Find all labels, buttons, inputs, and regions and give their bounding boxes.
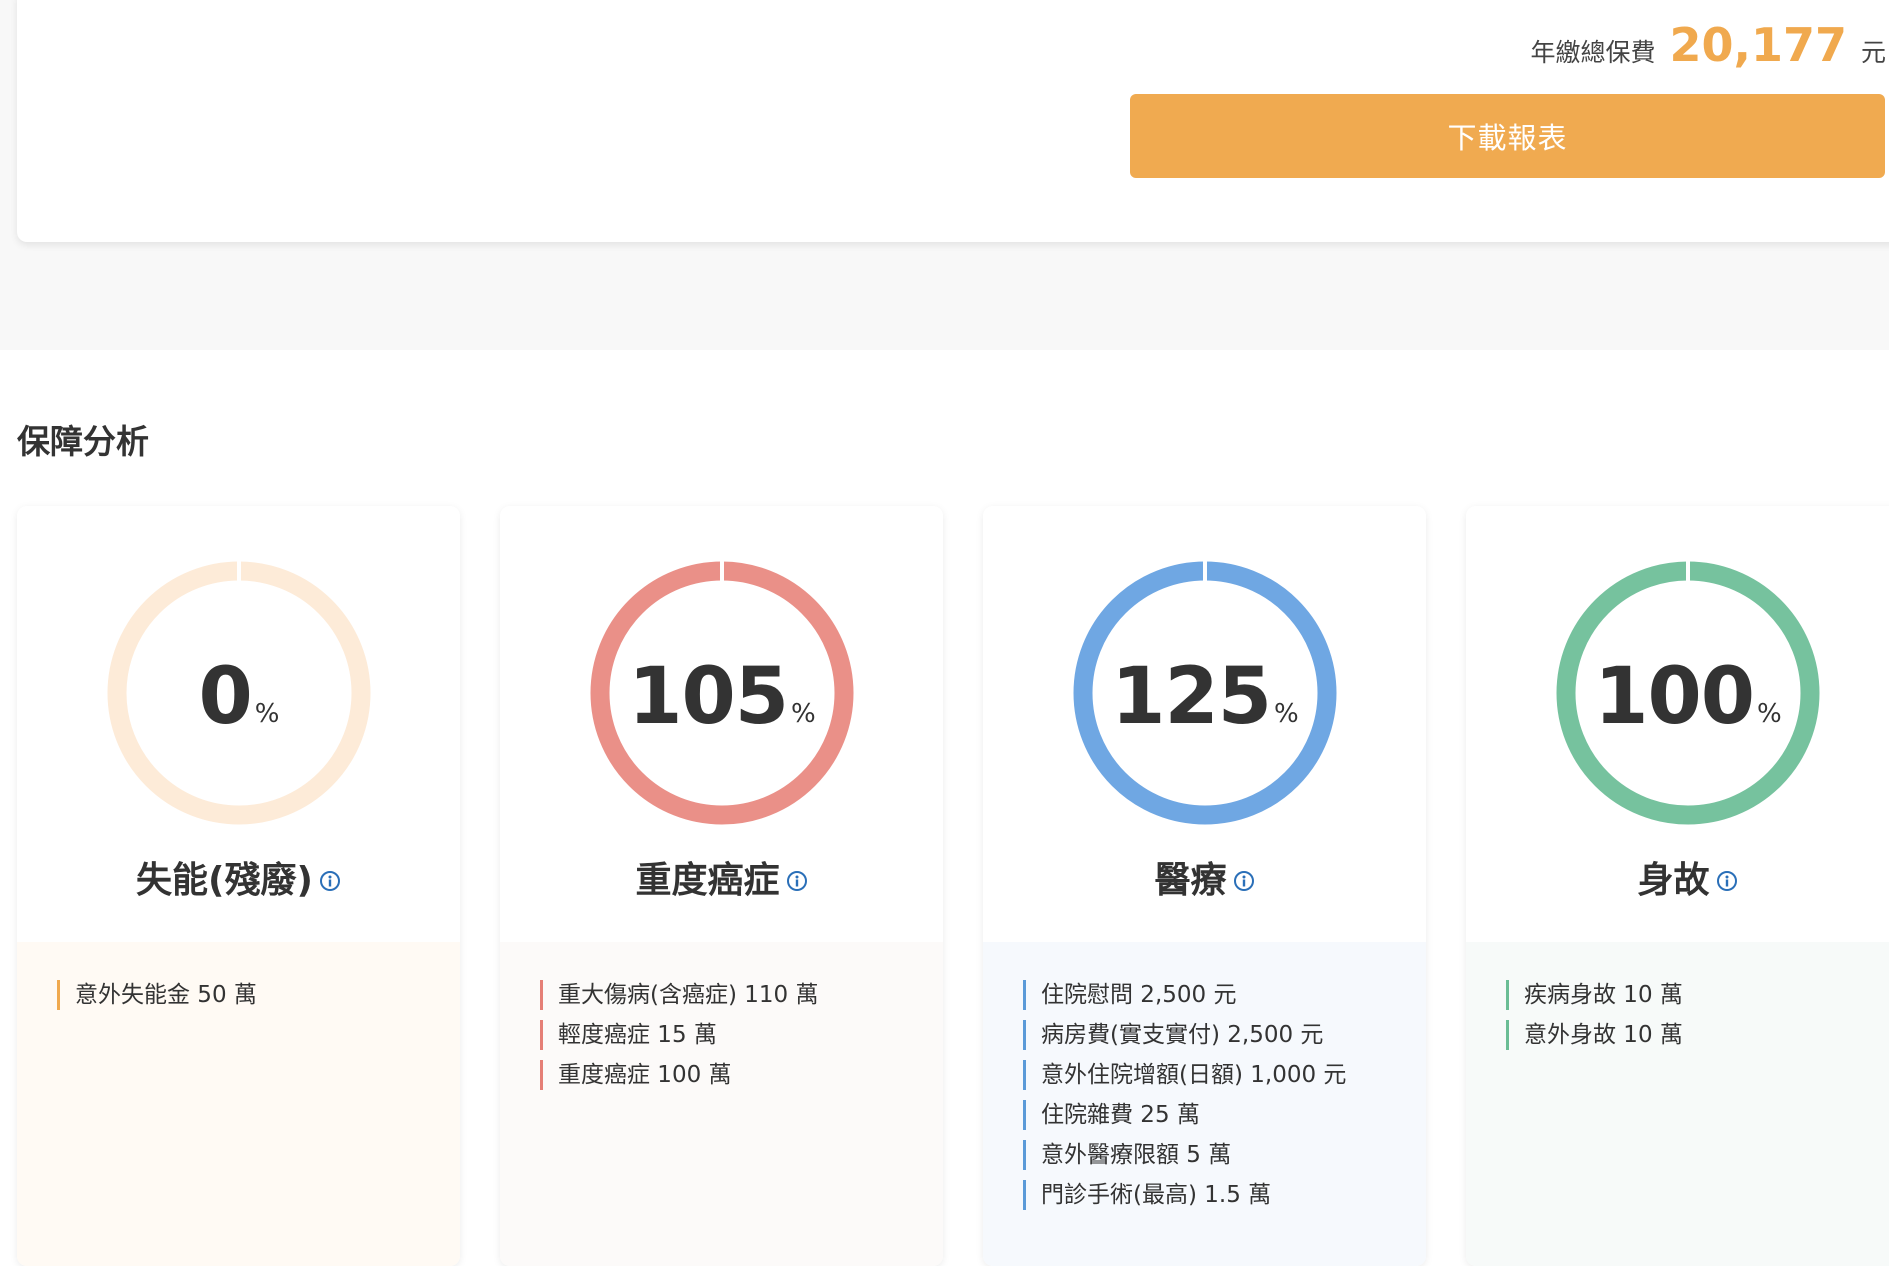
annual-premium-row: 年繳總保費 20,177 元 — [1530, 18, 1886, 72]
coverage-details: 疾病身故 10 萬意外身故 10 萬 — [1466, 942, 1889, 1266]
card-title-row: 失能(殘廢) — [17, 851, 460, 903]
coverage-details: 重大傷病(含癌症) 110 萬輕度癌症 15 萬重度癌症 100 萬 — [500, 942, 943, 1266]
coverage-percentage-number: 0 — [198, 652, 253, 742]
coverage-item-list: 住院慰問 2,500 元病房費(實支實付) 2,500 元意外住院增額(日額) … — [1023, 980, 1346, 1220]
coverage-cards: 0% 失能(殘廢) 意外失能金 50 萬 105% 重度癌症重大傷病(含癌症) 110… — [17, 506, 1889, 1266]
coverage-ring: 105% — [590, 560, 854, 825]
coverage-item: 意外身故 10 萬 — [1506, 1020, 1683, 1050]
coverage-item-list: 意外失能金 50 萬 — [57, 980, 257, 1020]
card-title: 醫療 — [1154, 860, 1227, 901]
percent-sign: % — [1274, 699, 1299, 729]
info-icon[interactable] — [319, 870, 341, 892]
coverage-percentage-number: 125 — [1111, 652, 1272, 742]
coverage-item: 意外住院增額(日額) 1,000 元 — [1023, 1060, 1346, 1090]
download-report-button[interactable]: 下載報表 — [1130, 94, 1885, 178]
coverage-percentage-number: 100 — [1594, 652, 1755, 742]
coverage-item: 門診手術(最高) 1.5 萬 — [1023, 1180, 1346, 1210]
coverage-item: 意外醫療限額 5 萬 — [1023, 1140, 1346, 1170]
coverage-item-list: 重大傷病(含癌症) 110 萬輕度癌症 15 萬重度癌症 100 萬 — [540, 980, 818, 1100]
coverage-item-list: 疾病身故 10 萬意外身故 10 萬 — [1506, 980, 1683, 1060]
card-title-row: 身故 — [1466, 851, 1889, 903]
coverage-item: 病房費(實支實付) 2,500 元 — [1023, 1020, 1346, 1050]
info-icon[interactable] — [1716, 870, 1738, 892]
card-title-row: 醫療 — [983, 851, 1426, 903]
coverage-ring: 0% — [107, 560, 371, 825]
card-top: 125% 醫療 — [983, 506, 1426, 942]
percent-sign: % — [1757, 699, 1782, 729]
card-top: 105% 重度癌症 — [500, 506, 943, 942]
coverage-item: 重度癌症 100 萬 — [540, 1060, 818, 1090]
info-icon[interactable] — [1233, 870, 1255, 892]
coverage-item: 重大傷病(含癌症) 110 萬 — [540, 980, 818, 1010]
premium-summary-card: 年繳總保費 20,177 元 下載報表 — [17, 0, 1889, 242]
coverage-percentage: 0% — [107, 561, 371, 825]
annual-premium-unit: 元 — [1860, 38, 1886, 67]
coverage-percentage: 125% — [1073, 561, 1337, 825]
coverage-item: 意外失能金 50 萬 — [57, 980, 257, 1010]
coverage-percentage-number: 105 — [628, 652, 789, 742]
coverage-details: 住院慰問 2,500 元病房費(實支實付) 2,500 元意外住院增額(日額) … — [983, 942, 1426, 1266]
card-title: 重度癌症 — [635, 860, 780, 901]
coverage-card-medical: 125% 醫療住院慰問 2,500 元病房費(實支實付) 2,500 元意外住院增… — [983, 506, 1426, 1266]
coverage-percentage: 100% — [1556, 561, 1820, 825]
coverage-item: 住院雜費 25 萬 — [1023, 1100, 1346, 1130]
card-top: 100% 身故 — [1466, 506, 1889, 942]
coverage-card-disability: 0% 失能(殘廢) 意外失能金 50 萬 — [17, 506, 460, 1266]
card-title: 失能(殘廢) — [136, 860, 313, 901]
coverage-ring: 100% — [1556, 560, 1820, 825]
coverage-item: 疾病身故 10 萬 — [1506, 980, 1683, 1010]
annual-premium-label: 年繳總保費 — [1530, 38, 1656, 67]
percent-sign: % — [254, 699, 280, 729]
coverage-card-death: 100% 身故疾病身故 10 萬意外身故 10 萬 — [1466, 506, 1889, 1266]
coverage-card-critical-cancer: 105% 重度癌症重大傷病(含癌症) 110 萬輕度癌症 15 萬重度癌症 100… — [500, 506, 943, 1266]
percent-sign: % — [791, 699, 816, 729]
coverage-ring: 125% — [1073, 560, 1337, 825]
coverage-details: 意外失能金 50 萬 — [17, 942, 460, 1266]
card-title-row: 重度癌症 — [500, 851, 943, 903]
card-top: 0% 失能(殘廢) — [17, 506, 460, 942]
info-icon[interactable] — [786, 870, 808, 892]
coverage-item: 輕度癌症 15 萬 — [540, 1020, 818, 1050]
coverage-item: 住院慰問 2,500 元 — [1023, 980, 1346, 1010]
coverage-percentage: 105% — [590, 561, 854, 825]
section-title: 保障分析 — [17, 422, 149, 461]
card-title: 身故 — [1637, 860, 1710, 901]
annual-premium-amount: 20,177 — [1669, 18, 1847, 72]
